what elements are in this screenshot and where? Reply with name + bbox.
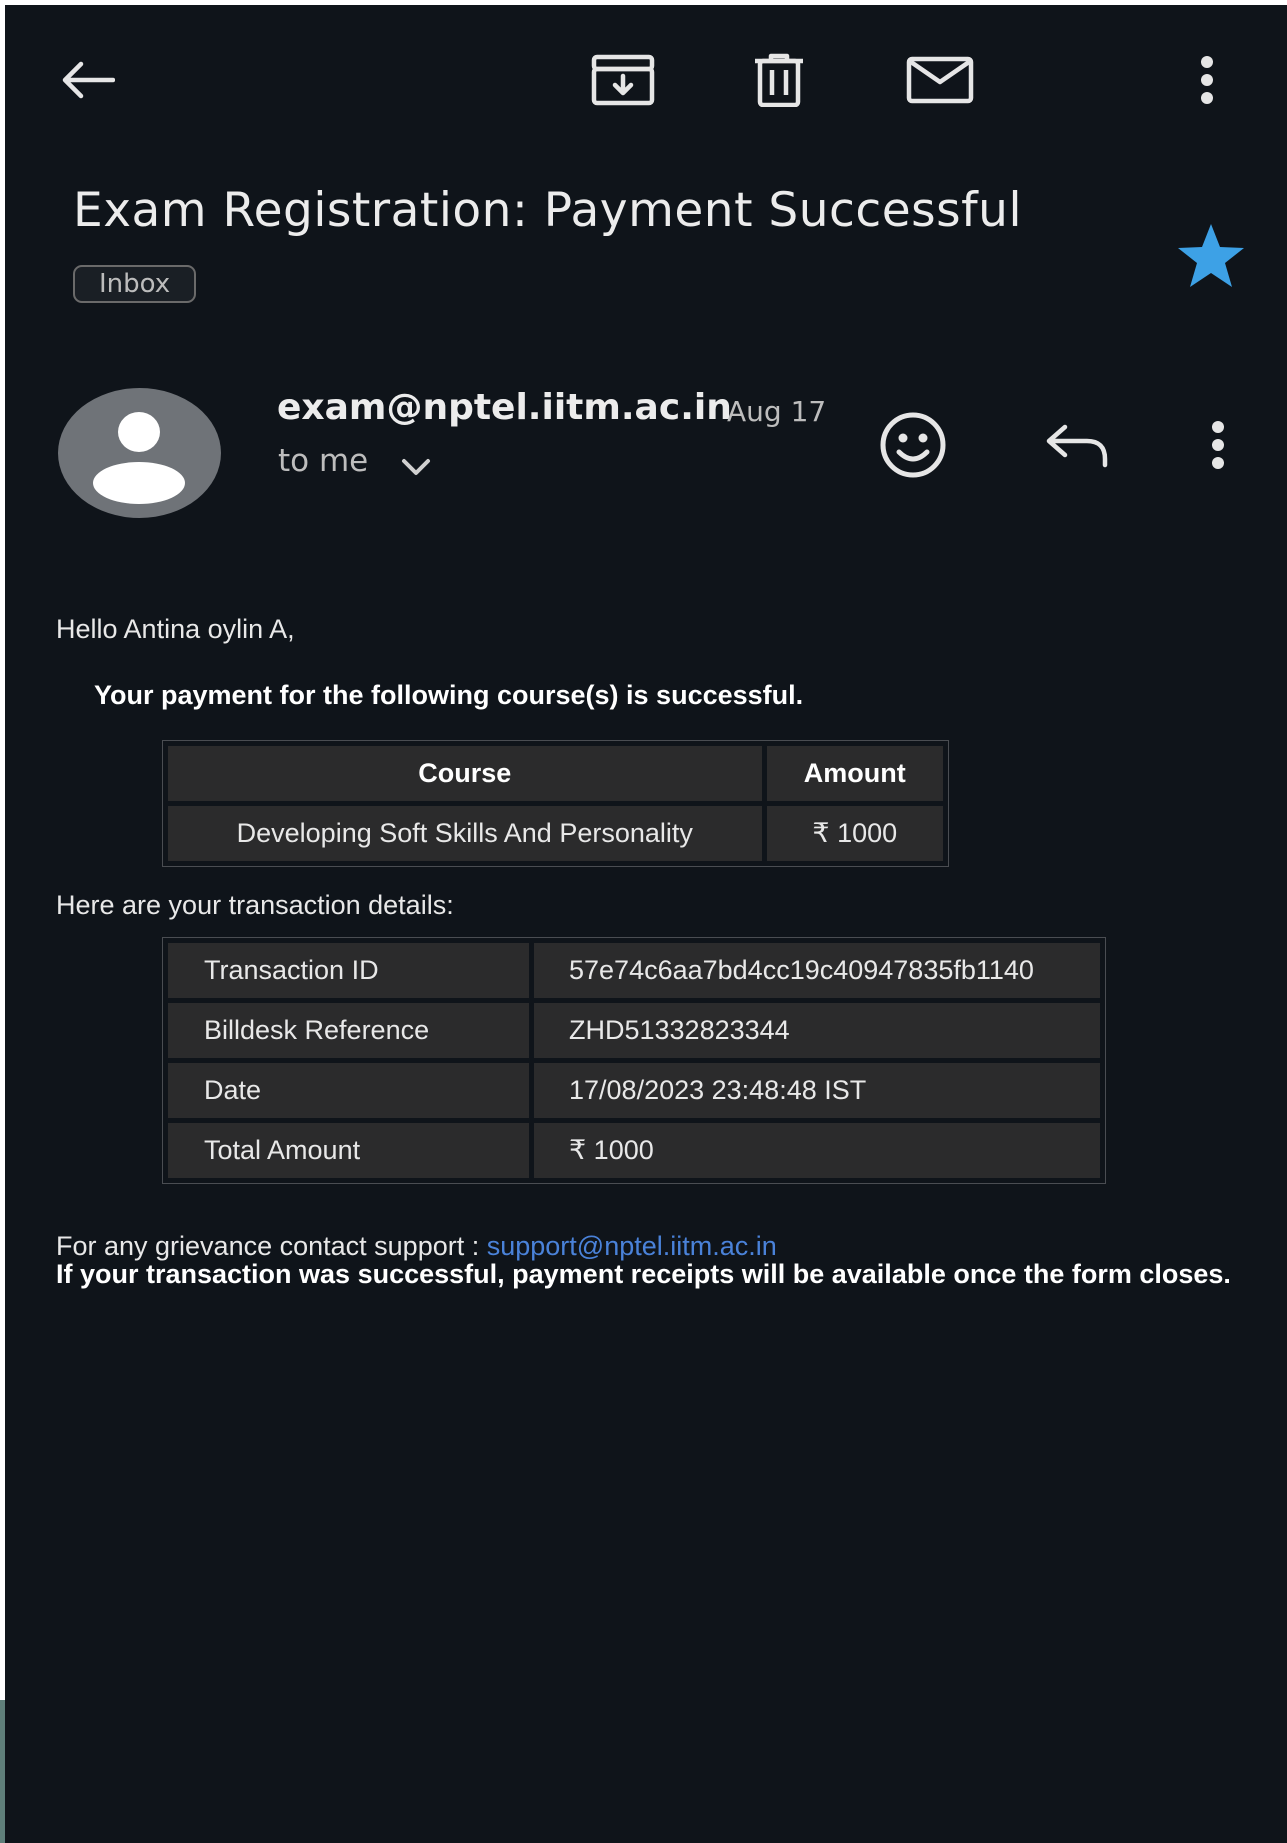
course-name: Developing Soft Skills And Personality bbox=[168, 806, 762, 861]
detail-label: Total Amount bbox=[168, 1123, 529, 1178]
support-prefix: For any grievance contact support : bbox=[56, 1231, 487, 1261]
detail-label: Billdesk Reference bbox=[168, 1003, 529, 1058]
footer-text: For any grievance contact support : supp… bbox=[56, 1232, 1236, 1288]
email-view: Exam Registration: Payment Successful In… bbox=[5, 5, 1287, 1843]
table-header-row: Course Amount bbox=[168, 746, 943, 801]
support-email-link[interactable]: support@nptel.iitm.ac.in bbox=[487, 1231, 777, 1261]
emoji-reaction-icon[interactable] bbox=[873, 405, 953, 485]
table-row: Total Amount ₹ 1000 bbox=[168, 1123, 1100, 1178]
payment-success-message: Your payment for the following course(s)… bbox=[94, 680, 804, 710]
billdesk-reference-value: ZHD51332823344 bbox=[534, 1003, 1100, 1058]
envelope-icon[interactable] bbox=[905, 45, 975, 115]
avatar[interactable] bbox=[58, 388, 221, 518]
date-value: 17/08/2023 23:48:48 IST bbox=[534, 1063, 1100, 1118]
recipient-summary[interactable]: to me bbox=[278, 443, 368, 479]
table-row: Billdesk Reference ZHD51332823344 bbox=[168, 1003, 1100, 1058]
sender-address[interactable]: exam@nptel.iitm.ac.in bbox=[277, 387, 732, 428]
email-subject: Exam Registration: Payment Successful bbox=[73, 183, 1023, 238]
edge-strip bbox=[0, 1700, 5, 1843]
trash-icon[interactable] bbox=[744, 45, 814, 115]
column-header: Amount bbox=[766, 746, 943, 801]
more-vert-icon[interactable] bbox=[1172, 45, 1242, 115]
table-row: Transaction ID 57e74c6aa7bd4cc19c4094783… bbox=[168, 943, 1100, 998]
avatar-head bbox=[118, 412, 160, 452]
inbox-label[interactable]: Inbox bbox=[73, 265, 197, 303]
reply-icon[interactable] bbox=[1036, 405, 1116, 485]
top-toolbar bbox=[5, 5, 1287, 155]
table-row: Date 17/08/2023 23:48:48 IST bbox=[168, 1063, 1100, 1118]
chevron-down-icon[interactable] bbox=[400, 455, 432, 479]
transaction-details-intro: Here are your transaction details: bbox=[56, 890, 454, 920]
arrow-left-icon[interactable] bbox=[52, 45, 122, 115]
detail-label: Transaction ID bbox=[168, 943, 529, 998]
transaction-table: Transaction ID 57e74c6aa7bd4cc19c4094783… bbox=[162, 937, 1106, 1184]
archive-icon[interactable] bbox=[588, 45, 658, 115]
transaction-id-value: 57e74c6aa7bd4cc19c40947835fb1140 bbox=[534, 943, 1100, 998]
course-table: Course Amount Developing Soft Skills And… bbox=[162, 740, 949, 867]
avatar-body bbox=[93, 462, 185, 504]
table-row: Developing Soft Skills And Personality ₹… bbox=[168, 806, 943, 861]
receipt-note: If your transaction was successful, paym… bbox=[56, 1259, 1231, 1289]
total-amount-value: ₹ 1000 bbox=[534, 1123, 1100, 1178]
message-more-icon[interactable] bbox=[1178, 405, 1258, 485]
email-date: Aug 17 bbox=[727, 395, 827, 428]
course-amount: ₹ 1000 bbox=[766, 806, 943, 861]
detail-label: Date bbox=[168, 1063, 529, 1118]
greeting: Hello Antina oylin A, bbox=[56, 614, 295, 644]
column-header: Course bbox=[168, 746, 762, 801]
star-icon[interactable] bbox=[1175, 220, 1247, 292]
